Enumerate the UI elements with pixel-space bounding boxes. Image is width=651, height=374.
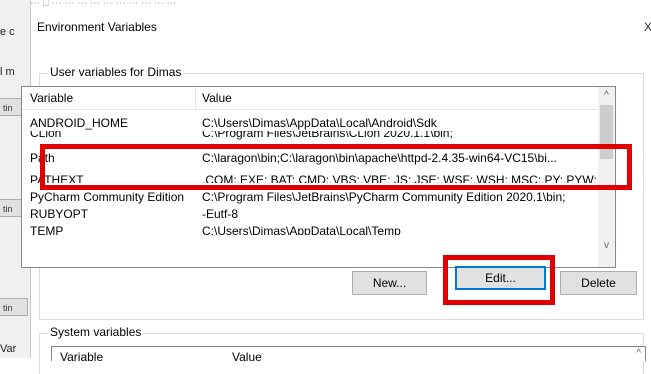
column-header-variable[interactable]: Variable	[60, 350, 103, 361]
scroll-down-icon[interactable]: v	[598, 237, 615, 254]
user-variables-title: User variables for Dimas	[48, 65, 184, 79]
column-header-variable[interactable]: Variable	[30, 91, 73, 105]
scroll-up-icon[interactable]: ^	[598, 87, 615, 104]
variable-value: C:\Program Files\JetBrains\PyCharm Commu…	[202, 190, 566, 204]
list-item[interactable]: RUBYOPT -Eutf-8	[22, 206, 598, 223]
background-label: e c	[0, 26, 15, 38]
variable-name: ANDROID_HOME	[30, 116, 129, 130]
list-item[interactable]: PyCharm Community Edition C:\Program Fil…	[22, 189, 598, 206]
background-label: Var	[0, 343, 17, 355]
variable-name: CLion	[30, 131, 62, 140]
variable-value: C:\Users\Dimas\AppData\Local\Temp	[202, 224, 401, 235]
system-variables-list[interactable]: Variable Value ^	[51, 346, 646, 361]
path-highlight-box	[40, 144, 632, 190]
variable-name: RUBYOPT	[30, 207, 89, 221]
background-tab: tin	[0, 298, 28, 316]
new-button[interactable]: New...	[352, 271, 427, 295]
system-variables-title: System variables	[48, 325, 144, 339]
delete-button[interactable]: Delete	[560, 271, 637, 295]
list-item[interactable]: ANDROID_HOME C:\Users\Dimas\AppData\Loca…	[22, 115, 598, 132]
dialog-title: Environment Variables	[37, 20, 157, 34]
close-icon[interactable]: X	[644, 20, 651, 34]
background-label: l m	[0, 66, 15, 78]
list-item[interactable]: CLion C:\Program Files\JetBrains\CLion 2…	[22, 131, 598, 141]
background-toolbar-fragment: ⋯ ⎕ ⋯ ⋯ ⋯ ⋯ ⋯ ⋯ ⋯ ⋯ ⋯ ⋯	[30, 0, 177, 8]
variable-value: C:\Users\Dimas\AppData\Local\Android\Sdk	[202, 116, 437, 130]
list-item[interactable]: TEMP C:\Users\Dimas\AppData\Local\Temp	[22, 223, 598, 235]
variable-name: PyCharm Community Edition	[30, 190, 185, 204]
variable-value: -Eutf-8	[202, 207, 239, 221]
list-header: Variable Value	[22, 87, 598, 110]
scroll-up-icon[interactable]: ^	[636, 348, 641, 359]
column-header-value[interactable]: Value	[202, 91, 232, 105]
variable-value: C:\Program Files\JetBrains\CLion 2020.1.…	[202, 131, 453, 140]
edit-highlight-box	[443, 255, 555, 305]
variable-name: TEMP	[30, 224, 64, 235]
column-header-value[interactable]: Value	[232, 350, 262, 361]
